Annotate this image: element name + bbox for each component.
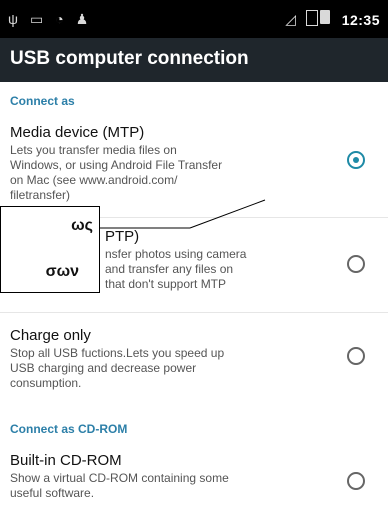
radio-charge-only[interactable]	[347, 347, 365, 365]
section-header-connect-as: Connect as	[10, 94, 75, 108]
signal-icon: ◿	[285, 11, 296, 27]
radio-ptp[interactable]	[347, 255, 365, 273]
wifi-icon: ◔	[55, 11, 64, 27]
radio-builtin-cdrom[interactable]	[347, 472, 365, 490]
android-icon: ♟	[75, 11, 89, 27]
option-title: Media device (MTP)	[10, 124, 145, 141]
option-mtp[interactable]: Media device (MTP) Lets you transfer med…	[10, 124, 310, 203]
option-description: Lets you transfer media files on Windows…	[10, 143, 223, 202]
sim-icon	[306, 10, 318, 26]
option-description: Stop all USB fuctions.Lets you speed up …	[10, 346, 225, 390]
battery-icon: ▭	[29, 11, 44, 27]
option-charge-only[interactable]: Charge only Stop all USB fuctions.Lets y…	[10, 327, 310, 391]
app-bar: USB computer connection	[0, 38, 388, 82]
page-title: USB computer connection	[10, 48, 249, 69]
status-time: 12:35	[341, 12, 380, 28]
callout-line-1: ως	[71, 217, 93, 234]
battery-level-icon	[320, 10, 330, 24]
option-title: Charge only	[10, 327, 91, 344]
option-builtin-cdrom[interactable]: Built-in CD-ROM Show a virtual CD-ROM co…	[10, 452, 310, 501]
section-header-cdrom: Connect as CD-ROM	[10, 422, 128, 436]
status-bar: ψ ▭ ◔ ♟ ◿ 12:35	[0, 0, 388, 38]
usb-icon: ψ	[8, 11, 18, 27]
divider	[0, 312, 388, 313]
option-title: Built-in CD-ROM	[10, 452, 122, 469]
callout-line-2: σων	[45, 263, 79, 280]
radio-mtp[interactable]	[347, 151, 365, 169]
option-description: Show a virtual CD-ROM containing some us…	[10, 471, 229, 500]
status-icons-left: ψ ▭ ◔ ♟	[8, 12, 88, 26]
callout-box: ως σων	[0, 206, 100, 293]
